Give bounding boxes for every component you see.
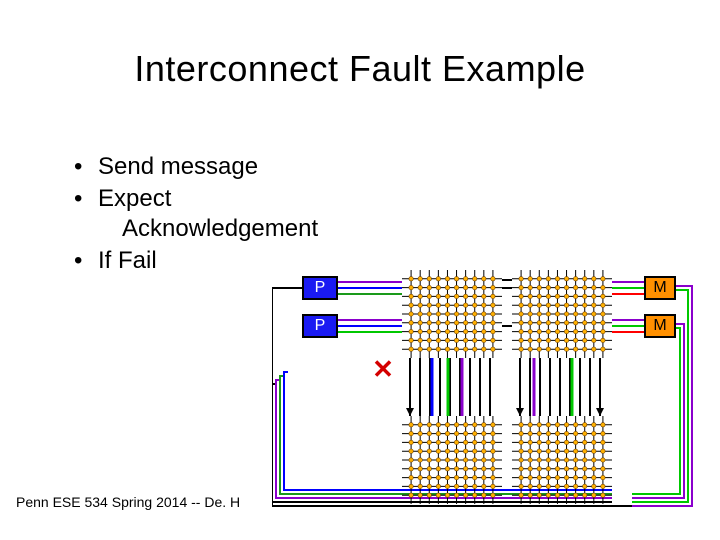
bullet-2-text: Expect — [98, 185, 171, 212]
bullet-2-cont: Acknowledgement — [98, 214, 318, 244]
crossbar-lower-left — [402, 416, 502, 504]
bullet-1-text: Send message — [98, 153, 258, 180]
memory-2: M — [644, 314, 676, 338]
interconnect-diagram: P P M M ✕ — [272, 270, 702, 520]
crossbar-upper-left — [402, 270, 502, 358]
bullet-list: Send message Expect Acknowledgement If F… — [74, 150, 318, 278]
crossbar-upper-right — [512, 270, 612, 358]
bullet-2: Expect Acknowledgement — [74, 184, 318, 244]
memory-1: M — [644, 276, 676, 300]
processor-2: P — [302, 314, 338, 338]
bullet-1: Send message — [74, 152, 318, 182]
slide-footer: Penn ESE 534 Spring 2014 -- De. H — [16, 494, 240, 510]
fault-mark-icon: ✕ — [372, 358, 394, 380]
slide-title: Interconnect Fault Example — [0, 48, 720, 90]
crossbar-lower-right — [512, 416, 612, 504]
processor-1: P — [302, 276, 338, 300]
bullet-3-text: If Fail — [98, 247, 157, 274]
